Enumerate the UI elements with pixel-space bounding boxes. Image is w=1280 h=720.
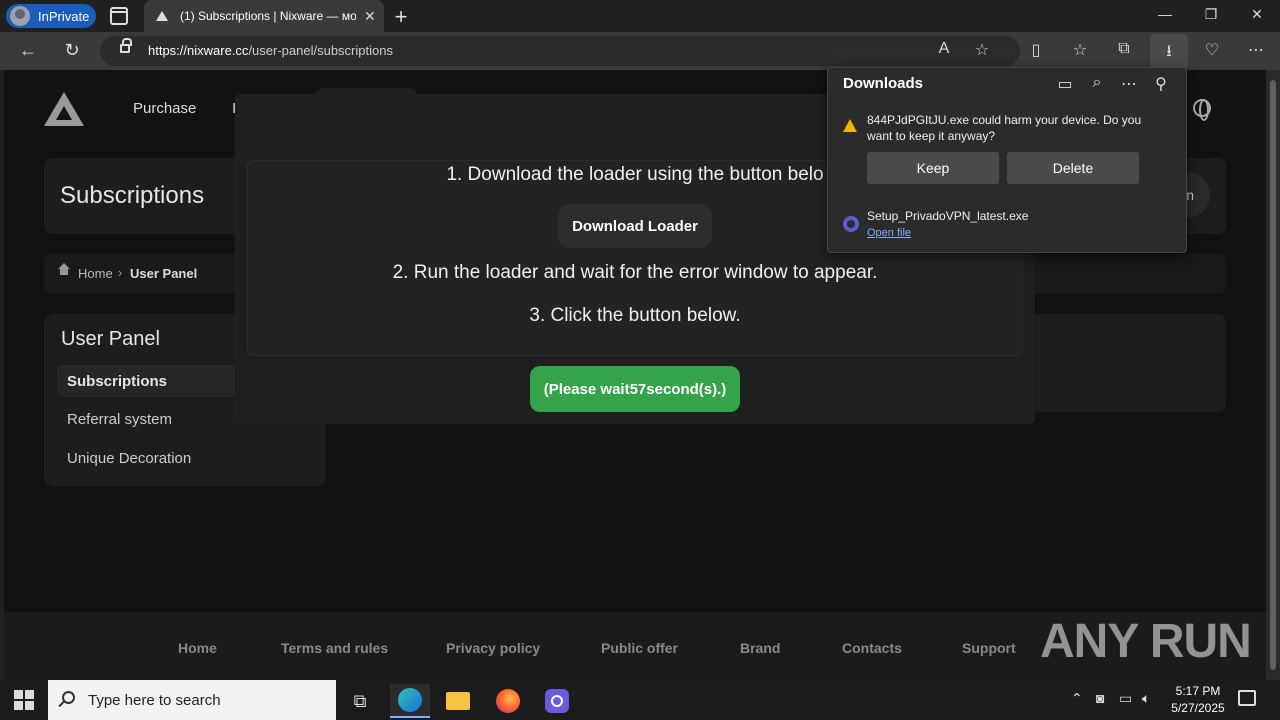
inprivate-label: InPrivate bbox=[38, 8, 90, 24]
taskbar-search-placeholder: Type here to search bbox=[88, 692, 221, 709]
clock-date[interactable]: 5/27/2025 bbox=[1166, 701, 1230, 715]
privadovpn-icon bbox=[545, 689, 569, 713]
pin-icon[interactable]: ⚲ bbox=[1151, 74, 1171, 94]
warning-icon bbox=[843, 119, 857, 132]
edge-icon bbox=[398, 688, 422, 712]
downloads-title: Downloads bbox=[843, 75, 924, 92]
tab-actions-icon[interactable] bbox=[110, 7, 128, 25]
windows-start-icon[interactable] bbox=[14, 690, 34, 710]
download-file-name[interactable]: Setup_PrivadoVPN_latest.exe bbox=[867, 209, 1028, 223]
inprivate-badge[interactable]: InPrivate bbox=[6, 4, 96, 28]
read-aloud-icon[interactable]: A bbox=[932, 40, 956, 58]
page-scrollbar[interactable] bbox=[1266, 70, 1280, 680]
step-3-text: 3. Click the button below. bbox=[529, 305, 741, 326]
open-file-link[interactable]: Open file bbox=[867, 227, 911, 239]
more-options-icon[interactable]: ⋯ bbox=[1119, 74, 1139, 94]
wait-seconds: 57 bbox=[629, 380, 647, 398]
nixware-logo[interactable] bbox=[44, 92, 84, 126]
restore-button[interactable]: ❐ bbox=[1199, 6, 1223, 23]
tab-title: (1) Subscriptions | Nixware — мо bbox=[180, 9, 356, 23]
url-text[interactable]: https://nixware.cc/user-panel/subscripti… bbox=[148, 43, 393, 58]
delete-button[interactable]: Delete bbox=[1007, 152, 1139, 184]
minimize-button[interactable]: — bbox=[1153, 6, 1177, 22]
user-panel-title: User Panel bbox=[61, 328, 160, 350]
privadovpn-file-icon bbox=[843, 216, 859, 232]
open-folder-icon[interactable]: ▭ bbox=[1055, 74, 1075, 94]
volume-icon[interactable]: 🔈︎ bbox=[1142, 690, 1150, 707]
footer-link-home[interactable]: Home bbox=[178, 640, 217, 656]
breadcrumb-current: User Panel bbox=[130, 266, 198, 281]
taskbar-explorer-app[interactable] bbox=[438, 684, 478, 718]
home-icon bbox=[58, 263, 70, 277]
task-view-icon[interactable]: ⧉ bbox=[340, 684, 380, 718]
favorites-icon[interactable]: ☆ bbox=[1068, 40, 1092, 60]
close-window-button[interactable]: ✕ bbox=[1245, 6, 1269, 23]
page-title: Subscriptions bbox=[60, 182, 205, 209]
download-loader-button[interactable]: Download Loader bbox=[558, 204, 712, 248]
taskbar-privadovpn-app[interactable] bbox=[537, 684, 577, 718]
firefox-icon bbox=[496, 689, 520, 713]
breadcrumb-separator: › bbox=[118, 265, 123, 280]
anyrun-watermark: ANY RUN bbox=[1040, 615, 1252, 668]
favorite-star-icon[interactable]: ☆ bbox=[970, 40, 994, 60]
collections-icon[interactable]: ⧉ bbox=[1112, 40, 1136, 58]
footer-link-support[interactable]: Support bbox=[962, 640, 1016, 656]
more-icon[interactable]: ⋯ bbox=[1244, 40, 1268, 60]
tray-chevron-icon[interactable]: ⌃ bbox=[1071, 690, 1083, 707]
keep-button[interactable]: Keep bbox=[867, 152, 999, 184]
wait-prefix: (Please wait bbox=[543, 380, 630, 398]
footer-link-contacts[interactable]: Contacts bbox=[842, 640, 902, 656]
lock-icon[interactable] bbox=[120, 38, 132, 53]
footer-link-privacy[interactable]: Privacy policy bbox=[446, 640, 540, 656]
url-path: /user-panel/subscriptions bbox=[248, 43, 393, 58]
search-icon bbox=[62, 691, 75, 704]
footer-link-terms[interactable]: Terms and rules bbox=[281, 640, 388, 656]
tray-app-icon[interactable]: ◙ bbox=[1096, 690, 1104, 706]
search-downloads-icon[interactable]: ⌕ bbox=[1087, 74, 1107, 92]
menu-item-referral[interactable]: Referral system bbox=[67, 411, 172, 428]
step-2-text: 2. Run the loader and wait for the error… bbox=[392, 262, 878, 283]
browser-essentials-icon[interactable]: ♡ bbox=[1200, 40, 1224, 60]
download-warning-text: 844PJdPGItJU.exe could harm your device.… bbox=[867, 113, 1142, 143]
back-arrow-icon[interactable]: ← bbox=[16, 40, 40, 61]
downloads-icon[interactable]: ⭳ bbox=[1157, 40, 1181, 67]
url-host: https://nixware.cc bbox=[148, 43, 249, 58]
browser-tab-active[interactable]: (1) Subscriptions | Nixware — мо ✕ bbox=[144, 0, 384, 32]
breadcrumb-home[interactable]: Home bbox=[78, 266, 113, 281]
clock-time[interactable]: 5:17 PM bbox=[1170, 684, 1226, 698]
split-screen-icon[interactable]: ▯ bbox=[1024, 40, 1048, 60]
refresh-icon[interactable]: ↻ bbox=[60, 40, 84, 61]
nixware-favicon-icon bbox=[156, 11, 168, 21]
language-globe-icon[interactable] bbox=[1193, 99, 1211, 121]
footer-link-offer[interactable]: Public offer bbox=[601, 640, 678, 656]
notification-icon[interactable] bbox=[1238, 690, 1256, 706]
network-icon[interactable]: ▭ bbox=[1119, 690, 1132, 707]
new-tab-button[interactable]: + bbox=[390, 4, 412, 30]
tab-close-icon[interactable]: ✕ bbox=[364, 8, 376, 25]
wait-suffix: second(s).) bbox=[646, 380, 727, 398]
taskbar-firefox-app[interactable] bbox=[488, 684, 528, 718]
nav-purchase[interactable]: Purchase bbox=[133, 100, 196, 117]
menu-item-decoration[interactable]: Unique Decoration bbox=[67, 450, 191, 467]
footer-link-brand[interactable]: Brand bbox=[740, 640, 780, 656]
wait-countdown-button[interactable]: (Please wait 57 second(s).) bbox=[530, 366, 740, 412]
file-explorer-icon bbox=[446, 692, 470, 710]
profile-avatar-icon bbox=[10, 6, 30, 26]
taskbar-edge-app[interactable] bbox=[390, 684, 430, 718]
header-action-label: n bbox=[1186, 187, 1194, 203]
